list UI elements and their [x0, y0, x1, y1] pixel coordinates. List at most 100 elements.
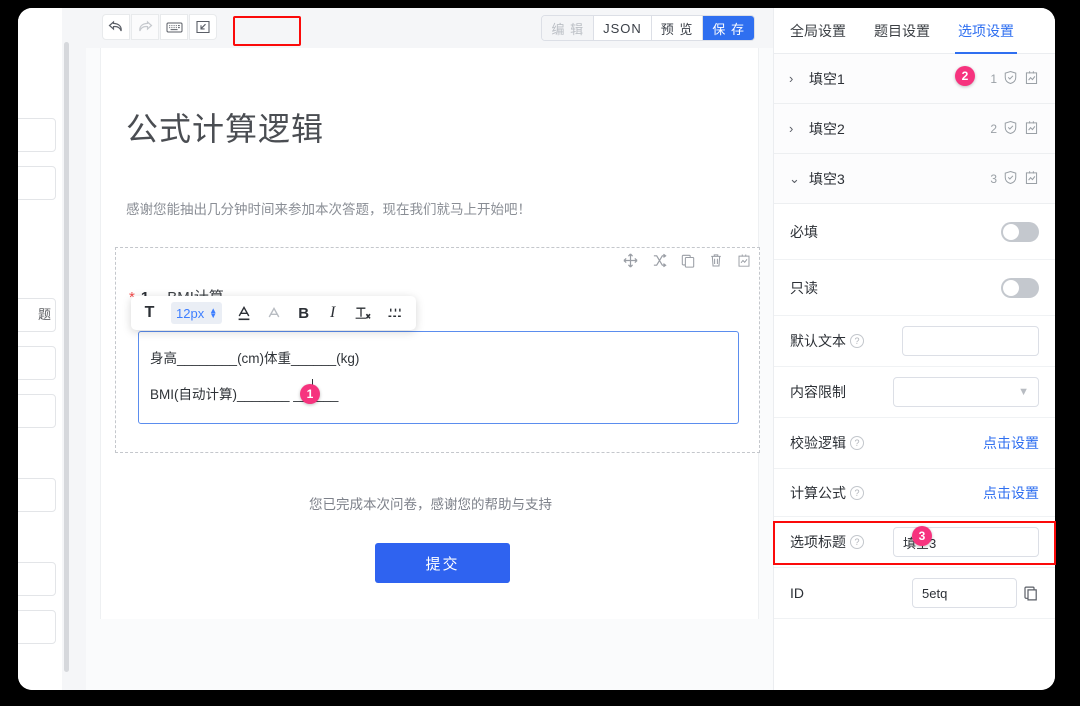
- copy-icon[interactable]: [681, 254, 695, 268]
- blank-insert-button[interactable]: [386, 301, 405, 325]
- clear-format-button[interactable]: [354, 301, 372, 325]
- font-size-value: 12px: [176, 305, 205, 321]
- copy-icon[interactable]: [1023, 585, 1039, 602]
- accordion-count: 1: [990, 71, 997, 86]
- editor-column: 编 辑 JSON 预 览 保 存 公式计算逻辑 感谢您能抽出几分钟时间来参加本次…: [86, 8, 773, 690]
- shuffle-icon[interactable]: [652, 253, 667, 268]
- app-window: 题 编 辑 JSON 预 览 保 存 公式计算逻辑 感谢您能抽出几分钟时间来参加…: [18, 8, 1055, 690]
- page-subtitle: 感谢您能抽出几分钟时间来参加本次答题，现在我们就马上开始吧！: [126, 202, 531, 217]
- submit-button[interactable]: 提交: [375, 543, 510, 583]
- accordion-count: 3: [990, 171, 997, 186]
- import-icon: [195, 20, 211, 34]
- accordion-label: 填空3: [809, 170, 845, 187]
- page-title: 公式计算逻辑: [126, 111, 325, 147]
- keyboard-icon: [166, 21, 183, 33]
- left-nav-button-5[interactable]: [18, 394, 56, 428]
- logic-icon[interactable]: [1024, 70, 1039, 88]
- question-body-editor[interactable]: 身高________(cm)体重______(kg) BMI(自动计算)____…: [138, 331, 739, 424]
- screen: 题 编 辑 JSON 预 览 保 存 公式计算逻辑 感谢您能抽出几分钟时间来参加…: [0, 0, 1080, 706]
- setting-label: ID: [790, 585, 804, 601]
- settings-panel: 全局设置 题目设置 选项设置 › 填空1 1 › 填空2 2 ⌄ 填空3 3 必…: [773, 8, 1055, 690]
- left-nav-button-1[interactable]: [18, 118, 56, 152]
- required-toggle[interactable]: [1001, 221, 1039, 242]
- left-nav-strip: 题: [18, 8, 62, 690]
- left-nav-button-6[interactable]: [18, 478, 56, 512]
- setting-label: 校验逻辑: [790, 435, 846, 451]
- tab-preview[interactable]: 预 览: [651, 16, 704, 40]
- validate-logic-link[interactable]: 点击设置: [983, 433, 1039, 453]
- import-button[interactable]: [189, 14, 217, 40]
- accordion-meta: 2: [990, 120, 1039, 138]
- font-size-stepper[interactable]: 12px ▲ ▼: [171, 302, 223, 324]
- delete-icon[interactable]: [709, 253, 723, 268]
- history-button-group: [102, 14, 217, 40]
- setting-row-formula: 计算公式 ? 点击设置: [774, 469, 1055, 517]
- accordion-item-blank1[interactable]: › 填空1 1: [774, 54, 1055, 104]
- tab-global-settings[interactable]: 全局设置: [790, 8, 846, 54]
- help-icon[interactable]: ?: [850, 334, 864, 348]
- setting-label: 选项标题: [790, 534, 846, 550]
- accordion-count: 2: [990, 121, 997, 136]
- readonly-toggle[interactable]: [1001, 277, 1039, 298]
- formula-link[interactable]: 点击设置: [983, 483, 1039, 503]
- accordion-item-blank2[interactable]: › 填空2 2: [774, 104, 1055, 154]
- text-tool-button[interactable]: T: [142, 301, 157, 325]
- setting-row-id: ID 5etq: [774, 568, 1055, 619]
- question-block[interactable]: * 1 BMI计算 T 12px ▲▼: [115, 247, 760, 453]
- id-input[interactable]: 5etq: [912, 578, 1017, 608]
- undo-button[interactable]: [102, 14, 130, 40]
- undo-arrow-icon: [108, 20, 124, 34]
- shield-icon[interactable]: [1003, 70, 1018, 88]
- setting-row-default-text: 默认文本 ?: [774, 316, 1055, 367]
- left-nav-button-4[interactable]: [18, 346, 56, 380]
- help-icon[interactable]: ?: [850, 535, 864, 549]
- left-strip-scrollbar[interactable]: [64, 42, 69, 672]
- shield-icon[interactable]: [1003, 120, 1018, 138]
- chevron-down-icon: ⌄: [789, 170, 800, 186]
- logic-icon[interactable]: [1024, 170, 1039, 188]
- shield-icon[interactable]: [1003, 170, 1018, 188]
- chevron-right-icon: ›: [789, 121, 794, 136]
- left-nav-button-7[interactable]: [18, 562, 56, 596]
- move-icon[interactable]: [623, 253, 638, 268]
- setting-label: 只读: [790, 279, 818, 296]
- left-nav-button-8[interactable]: [18, 610, 56, 644]
- left-nav-button-2[interactable]: [18, 166, 56, 200]
- help-icon[interactable]: ?: [850, 485, 864, 500]
- chevron-down-icon: ▼: [1018, 386, 1029, 398]
- question-action-bar: [623, 253, 751, 268]
- annotation-badge-2: 2: [955, 66, 975, 86]
- question-body-line-1: 身高________(cm)体重______(kg): [150, 351, 360, 366]
- redo-button[interactable]: [131, 14, 159, 40]
- logic-icon[interactable]: [1024, 120, 1039, 138]
- keyboard-button[interactable]: [160, 14, 188, 40]
- tab-edit[interactable]: 编 辑: [542, 16, 595, 40]
- setting-row-readonly: 只读: [774, 260, 1055, 316]
- underline-color-button[interactable]: [236, 301, 252, 325]
- editor-toolbar: 编 辑 JSON 预 览 保 存: [86, 8, 773, 48]
- richtext-toolbar: T 12px ▲ ▼ B I: [131, 296, 417, 330]
- left-nav-button-3[interactable]: 题: [18, 298, 56, 332]
- stepper-arrows-icon: ▲ ▼: [209, 306, 218, 320]
- help-icon[interactable]: ?: [850, 436, 864, 450]
- accordion-item-blank3[interactable]: ⌄ 填空3 3: [774, 154, 1055, 204]
- setting-label: 默认文本: [790, 333, 846, 349]
- save-button[interactable]: 保 存: [703, 16, 754, 40]
- tab-json[interactable]: JSON: [594, 16, 652, 40]
- bold-button[interactable]: B: [296, 301, 311, 325]
- accordion-label: 填空2: [809, 120, 845, 137]
- redo-arrow-icon: [137, 20, 153, 34]
- logic-icon[interactable]: [737, 253, 751, 268]
- highlight-color-button[interactable]: [266, 301, 282, 325]
- annotation-badge-3: 3: [912, 526, 932, 546]
- italic-button[interactable]: I: [325, 301, 340, 325]
- paper-footer-text: 您已完成本次问卷，感谢您的帮助与支持: [309, 497, 552, 512]
- setting-label: 内容限制: [790, 384, 846, 400]
- setting-row-content-limit: 内容限制 ▼: [774, 367, 1055, 418]
- tab-question-settings[interactable]: 题目设置: [874, 8, 930, 54]
- survey-paper: 公式计算逻辑 感谢您能抽出几分钟时间来参加本次答题，现在我们就马上开始吧！ T …: [100, 48, 760, 619]
- tab-option-settings[interactable]: 选项设置: [955, 8, 1017, 54]
- setting-label: 必填: [790, 223, 818, 240]
- default-text-input[interactable]: [902, 326, 1039, 356]
- content-limit-select[interactable]: ▼: [893, 377, 1039, 407]
